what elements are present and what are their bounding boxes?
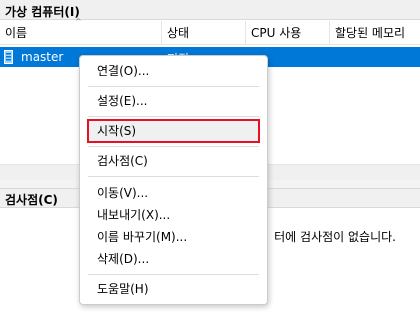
column-header-state[interactable]: 상태 [162,21,246,45]
menu-item-start[interactable]: 시작(S) [87,119,260,143]
menu-item-checkpoint[interactable]: 검사점(C) [88,150,259,172]
menu-separator [88,274,259,275]
menu-item-export[interactable]: 내보내기(X)... [88,204,259,226]
checkpoints-panel-title: 검사점(C) [5,193,58,207]
sort-ascending-icon: ^ [75,17,82,26]
column-header-memory[interactable]: 할당된 메모리 [330,21,420,45]
menu-separator [88,86,259,87]
menu-item-delete[interactable]: 삭제(D)... [88,248,259,270]
vm-panel-header: 가상 컴퓨터(I) [0,0,420,20]
context-menu: 연결(O)... 설정(E)... 시작(S) 검사점(C) 이동(V)... … [79,55,268,305]
menu-item-connect[interactable]: 연결(O)... [88,60,259,82]
menu-item-move[interactable]: 이동(V)... [88,182,259,204]
vm-panel-title: 가상 컴퓨터(I) [5,5,80,19]
menu-item-help[interactable]: 도움말(H) [88,278,259,300]
vm-icon [4,50,13,64]
menu-item-rename[interactable]: 이름 바꾸기(M)... [88,226,259,248]
column-header-cpu[interactable]: CPU 사용 [246,21,330,45]
menu-separator [88,146,259,147]
menu-separator [88,116,259,117]
vm-column-headers: 이름 상태 CPU 사용 할당된 메모리 [0,21,420,45]
menu-separator [88,176,259,177]
menu-item-settings[interactable]: 설정(E)... [88,90,259,112]
vm-name: master [21,50,64,64]
